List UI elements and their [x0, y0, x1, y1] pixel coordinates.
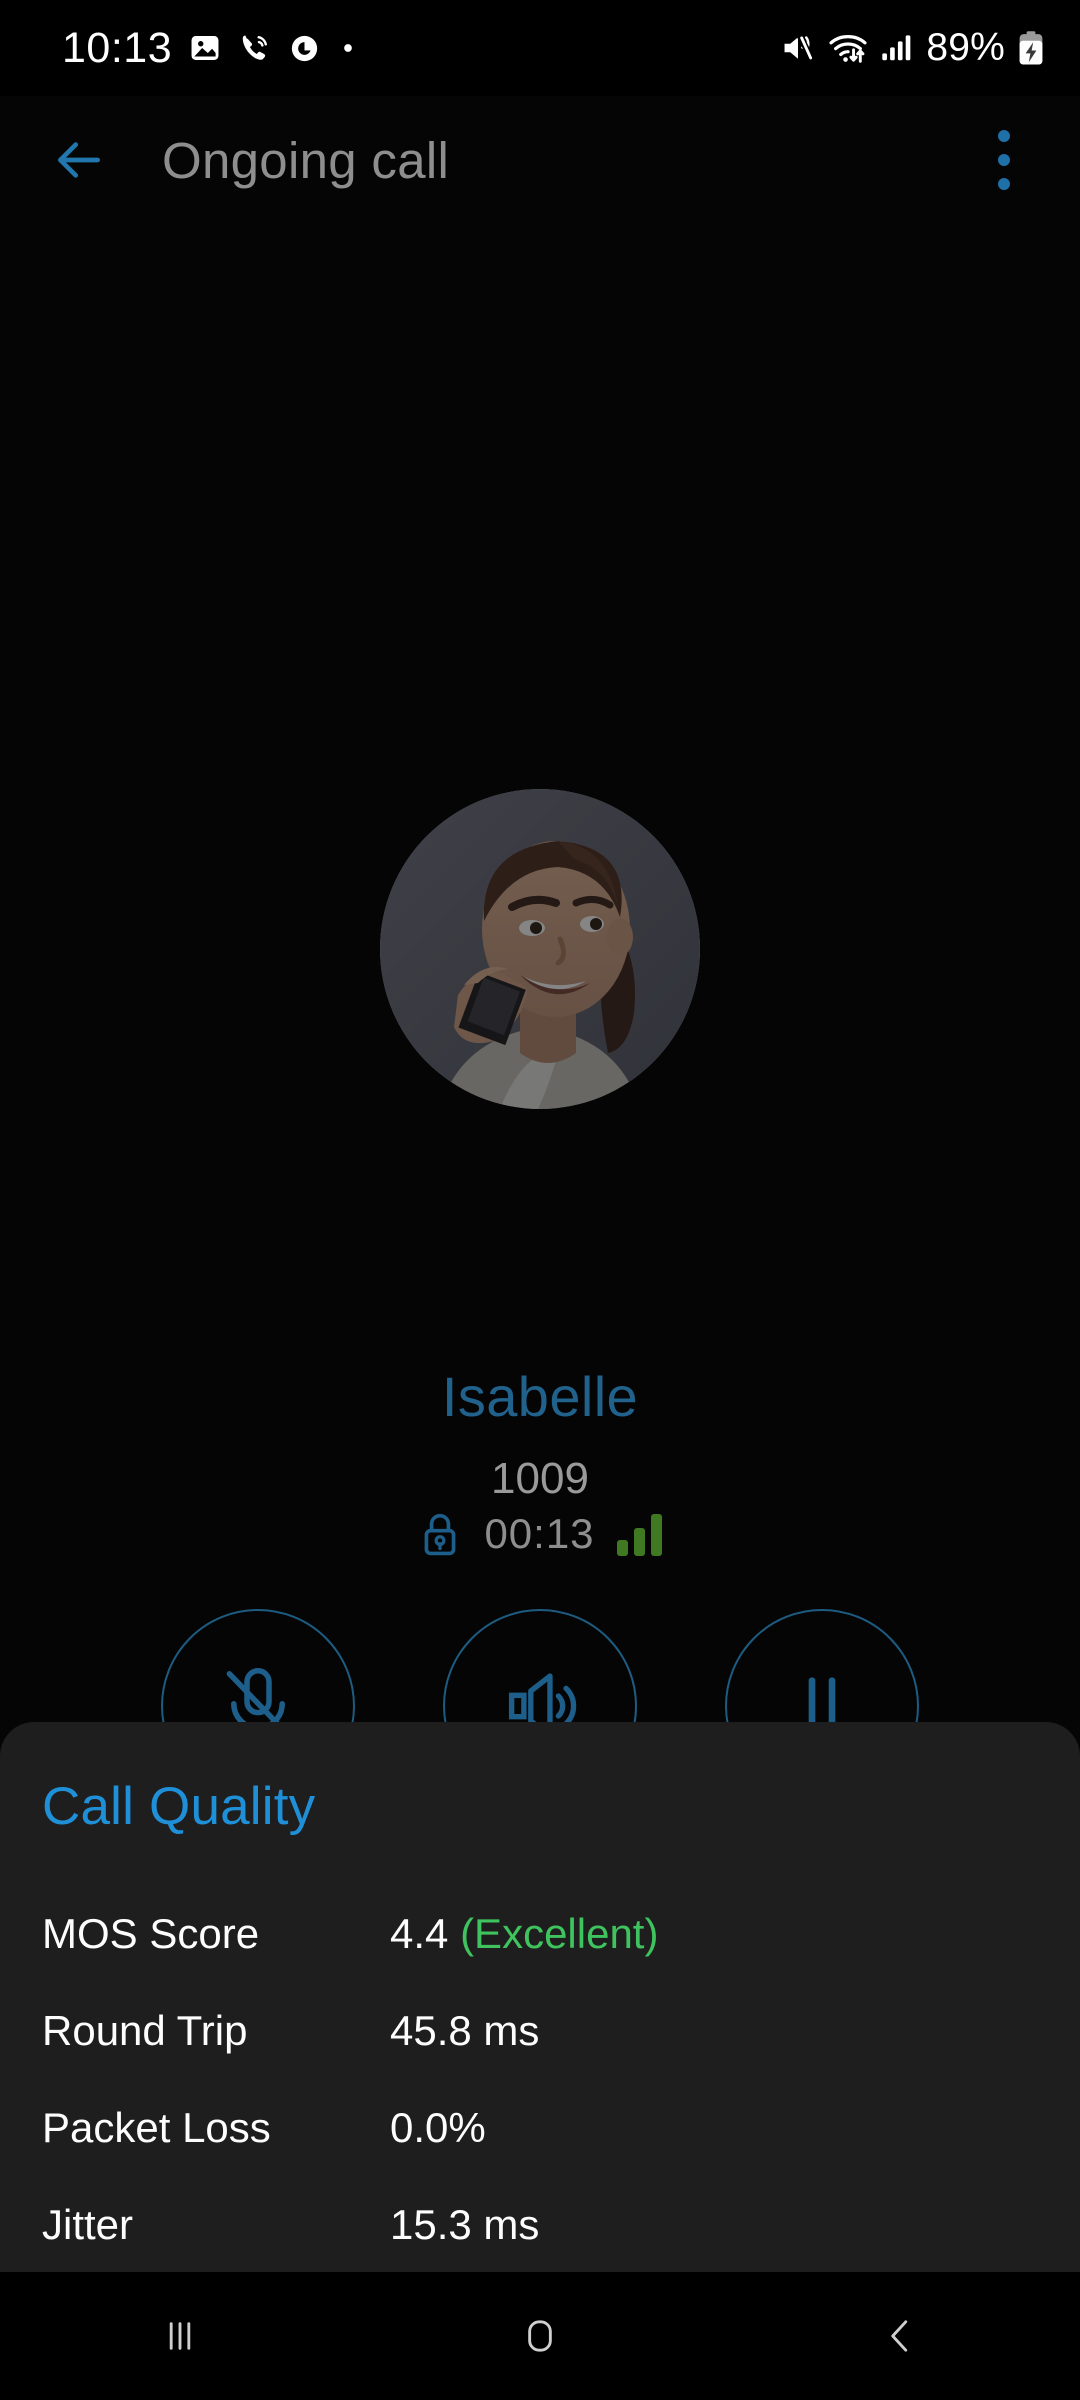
system-navigation-bar [0, 2272, 1080, 2400]
page-title: Ongoing call [162, 131, 450, 189]
app-bar: Ongoing call [0, 96, 1080, 224]
metric-row: MOS Score 4.4 (Excellent) [42, 1885, 1038, 1982]
metric-number: 4.4 [390, 1909, 449, 1957]
signal-bars-icon [616, 1512, 662, 1556]
status-bar-clock: 10:13 [62, 23, 173, 72]
metric-label: Jitter [42, 2200, 134, 2248]
circle-g-icon [291, 35, 318, 61]
battery-percentage: 89% [926, 26, 1005, 69]
kebab-dot [998, 178, 1010, 190]
metric-row: Packet Loss 0.0% [42, 2079, 1038, 2176]
kebab-dot [998, 130, 1010, 142]
call-quality-title: Call Quality [42, 1777, 316, 1836]
cellular-signal-icon [882, 35, 911, 61]
battery-charging-icon [1019, 31, 1043, 65]
overflow-menu-icon[interactable] [968, 115, 1040, 205]
contact-extension: 1009 [491, 1454, 589, 1503]
call-content: Isabelle 1009 00:13 [0, 224, 1080, 2103]
status-bar: 10:13 89% [0, 0, 1080, 96]
metric-value: 0.0% [390, 2103, 486, 2151]
contact-name: Isabelle [441, 1365, 639, 1428]
metric-value: 45.8 ms [390, 2006, 540, 2054]
back-icon[interactable] [800, 2272, 1000, 2400]
back-arrow-icon[interactable] [40, 121, 118, 199]
home-icon[interactable] [440, 2272, 640, 2400]
status-bar-left: 10:13 [62, 24, 359, 73]
phone-screen: 10:13 89% Ongoing call Isabelle 1009 00:… [0, 0, 1080, 2400]
call-meta: 00:13 [0, 1509, 1080, 1559]
metric-value: 4.4 (Excellent) [390, 1910, 658, 1958]
metric-label: MOS Score [42, 1909, 260, 1957]
contact-photo [380, 789, 700, 1109]
metric-tag: (Excellent) [460, 1909, 659, 1957]
call-duration: 00:13 [484, 1510, 595, 1557]
metric-row: Jitter 15.3 ms [42, 2176, 1038, 2273]
signal-bar [650, 1514, 662, 1556]
metric-label: Packet Loss [42, 2103, 271, 2151]
call-waves-icon [242, 35, 268, 60]
status-bar-right: 89% [779, 26, 1046, 70]
wifi-transfer-icon [829, 34, 867, 63]
metric-value: 15.3 ms [390, 2200, 540, 2248]
gallery-icon [191, 35, 219, 61]
avatar [380, 789, 700, 1109]
kebab-dot [998, 154, 1010, 166]
call-quality-panel: Call Quality MOS Score 4.4 (Excellent) R… [0, 1722, 1080, 2272]
recents-icon[interactable] [80, 2272, 280, 2400]
signal-bar [633, 1528, 645, 1556]
mute-vibrate-icon [784, 34, 815, 62]
lock-icon [425, 1513, 456, 1556]
dot-icon [344, 44, 352, 52]
metric-row: Round Trip 45.8 ms [42, 1982, 1038, 2079]
signal-bar [616, 1540, 628, 1556]
metric-label: Round Trip [42, 2006, 248, 2054]
